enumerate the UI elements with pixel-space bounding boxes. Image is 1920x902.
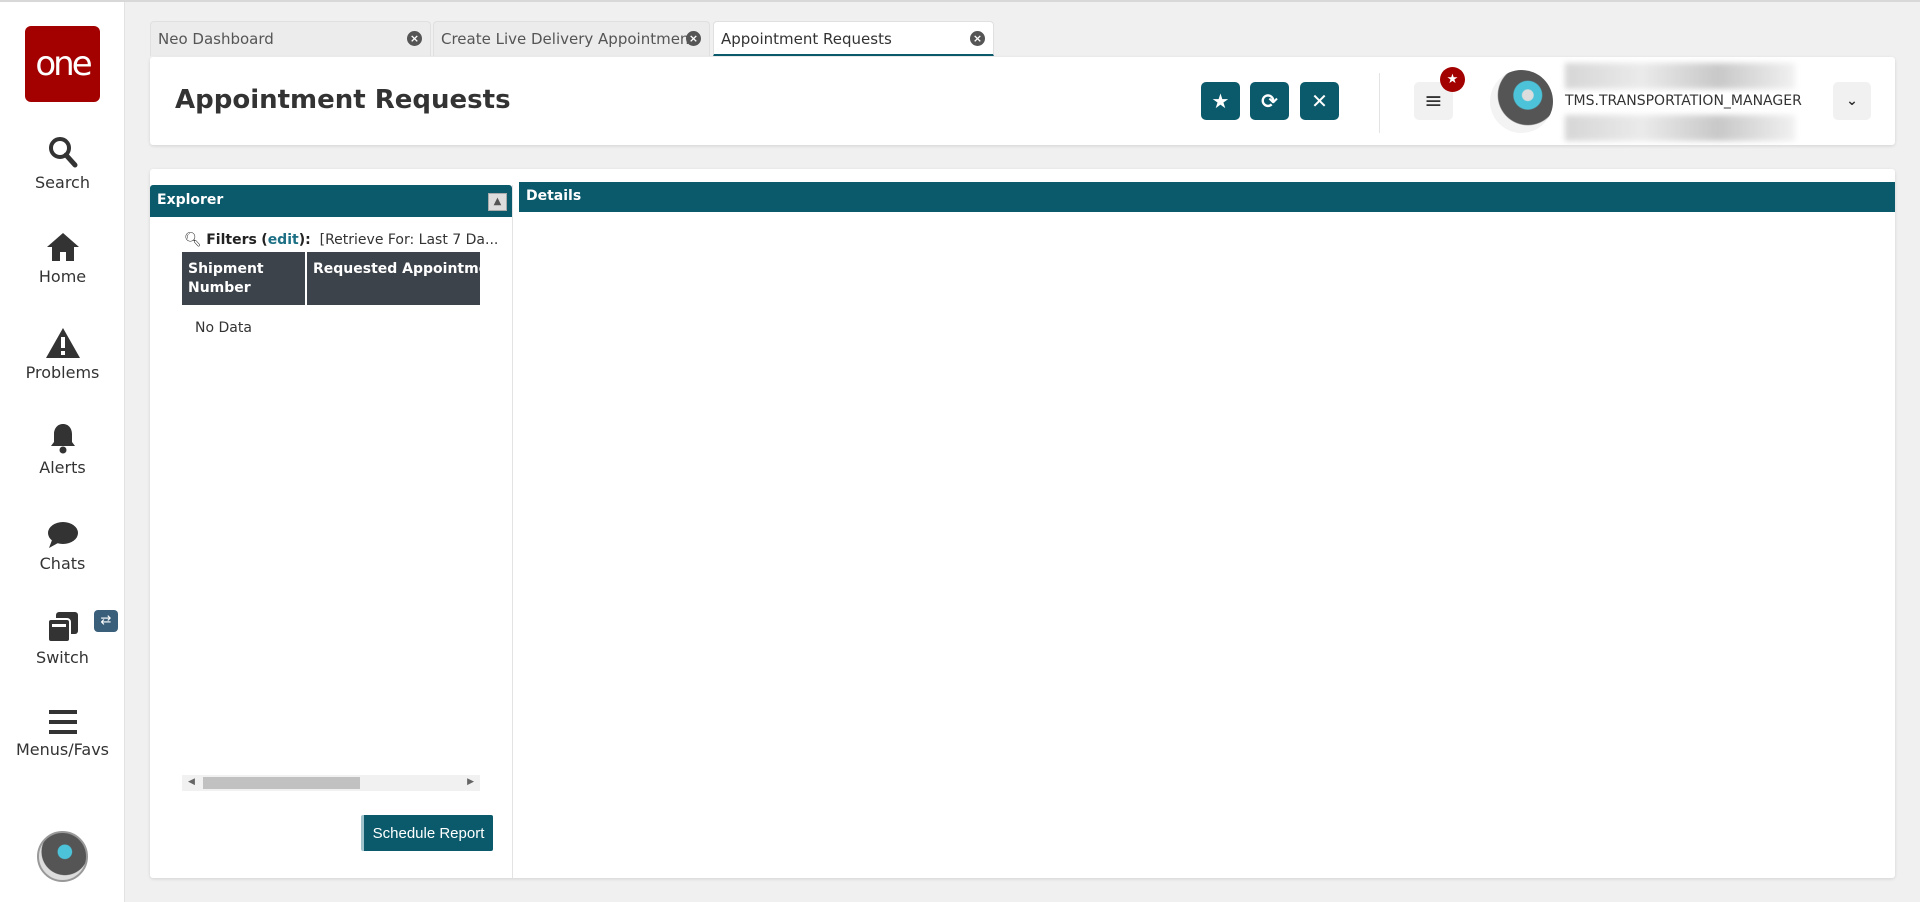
search-icon: 🔍︎ xyxy=(184,232,202,248)
sidebar-item-label: Search xyxy=(35,173,90,192)
page-title: Appointment Requests xyxy=(175,85,511,115)
top-border xyxy=(0,0,1920,2)
user-avatar[interactable] xyxy=(1490,70,1553,133)
hamburger-icon: ≡ xyxy=(1424,88,1443,114)
scrollbar-thumb[interactable] xyxy=(203,777,360,789)
column-header-shipment-number[interactable]: Shipment Number xyxy=(182,252,307,305)
filters-bar: 🔍︎ Filters (edit): [Retrieve For: Last 7… xyxy=(184,232,499,248)
details-title: Details xyxy=(526,188,582,204)
details-header: Details xyxy=(519,182,1895,212)
sidebar-item-label: Chats xyxy=(39,554,86,573)
explorer-header: Explorer ▲ xyxy=(150,185,512,217)
blurred-user-info xyxy=(1565,63,1795,89)
close-icon: ✕ xyxy=(1311,89,1328,113)
user-avatar[interactable] xyxy=(37,831,88,882)
sidebar-item-alerts[interactable]: Alerts xyxy=(0,422,125,477)
tab-label: Create Live Delivery Appointment xyxy=(441,30,696,48)
search-icon xyxy=(48,137,77,168)
column-header-requested-appointment-date[interactable]: Requested Appointment Date xyxy=(307,252,480,305)
sidebar-item-search[interactable]: Search xyxy=(0,135,125,192)
blurred-user-info xyxy=(1565,115,1795,141)
star-icon: ★ xyxy=(1211,89,1230,113)
tab-appointment-requests[interactable]: Appointment Requests × xyxy=(713,21,994,56)
sidebar-item-label: Home xyxy=(38,267,87,286)
filters-label: Filters xyxy=(206,232,257,248)
sidebar-item-label: Menus/Favs xyxy=(16,740,109,759)
sidebar-item-chats[interactable]: Chats xyxy=(0,520,125,573)
switch-windows-icon xyxy=(46,612,78,643)
explorer-title: Explorer xyxy=(157,192,224,208)
tab-label: Neo Dashboard xyxy=(158,30,274,48)
main-panel: Explorer ▲ Details 🔍︎ Filters (edit): [R… xyxy=(150,169,1895,878)
sidebar-item-problems[interactable]: Problems xyxy=(0,327,125,382)
one-logo[interactable]: one xyxy=(25,26,100,102)
sidebar-item-menus-favs[interactable]: Menus/Favs xyxy=(0,708,125,759)
refresh-button[interactable]: ⟳ xyxy=(1250,82,1289,120)
collapse-button[interactable]: ▲ xyxy=(488,193,507,211)
switch-badge[interactable]: ⇄ xyxy=(94,610,118,632)
sidebar-item-label: Alerts xyxy=(39,458,86,477)
sidebar-item-switch[interactable]: Switch ⇄ xyxy=(0,610,125,667)
close-tab-icon[interactable]: × xyxy=(970,31,985,46)
close-button[interactable]: ✕ xyxy=(1300,82,1339,120)
scroll-right-icon[interactable]: ▶ xyxy=(467,777,474,787)
filter-summary: [Retrieve For: Last 7 Da... xyxy=(319,232,499,248)
home-icon xyxy=(46,233,79,261)
sidebar-item-label: Problems xyxy=(25,363,100,382)
horizontal-scrollbar[interactable]: ◀ ▶ xyxy=(182,775,480,791)
favorites-star-badge-icon: ★ xyxy=(1440,67,1465,92)
schedule-report-button[interactable]: Schedule Report xyxy=(361,815,493,851)
close-tab-icon[interactable]: × xyxy=(407,31,422,46)
tab-neo-dashboard[interactable]: Neo Dashboard × xyxy=(150,21,431,56)
bell-icon xyxy=(50,424,75,454)
user-menu-dropdown[interactable]: ⌄ xyxy=(1833,82,1871,120)
table-header: Shipment Number Requested Appointment Da… xyxy=(182,252,480,305)
panel-splitter[interactable] xyxy=(512,185,513,878)
edit-filters-link[interactable]: edit xyxy=(268,232,299,248)
favorite-button[interactable]: ★ xyxy=(1201,82,1240,120)
close-tab-icon[interactable]: × xyxy=(686,31,701,46)
page-header: Appointment Requests ★ ⟳ ✕ ≡ ★ TMS.TRANS… xyxy=(150,57,1895,145)
tab-create-live-delivery-appointment[interactable]: Create Live Delivery Appointment × xyxy=(433,21,710,56)
refresh-icon: ⟳ xyxy=(1261,89,1278,113)
chevron-down-icon: ⌄ xyxy=(1846,93,1858,109)
sidebar-item-home[interactable]: Home xyxy=(0,231,125,286)
empty-message: No Data xyxy=(195,320,252,336)
divider xyxy=(1379,73,1380,133)
caret-up-icon: ▲ xyxy=(493,196,502,207)
warning-icon xyxy=(45,328,80,358)
hamburger-menu-icon xyxy=(48,710,77,734)
sidebar-item-label: Switch xyxy=(36,648,89,667)
scroll-left-icon[interactable]: ◀ xyxy=(188,777,195,787)
tab-label: Appointment Requests xyxy=(721,30,892,48)
sidebar: one Search Home Problems Alerts Chats Sw… xyxy=(0,2,125,902)
chat-icon xyxy=(47,522,78,548)
username: TMS.TRANSPORTATION_MANAGER xyxy=(1565,93,1802,109)
